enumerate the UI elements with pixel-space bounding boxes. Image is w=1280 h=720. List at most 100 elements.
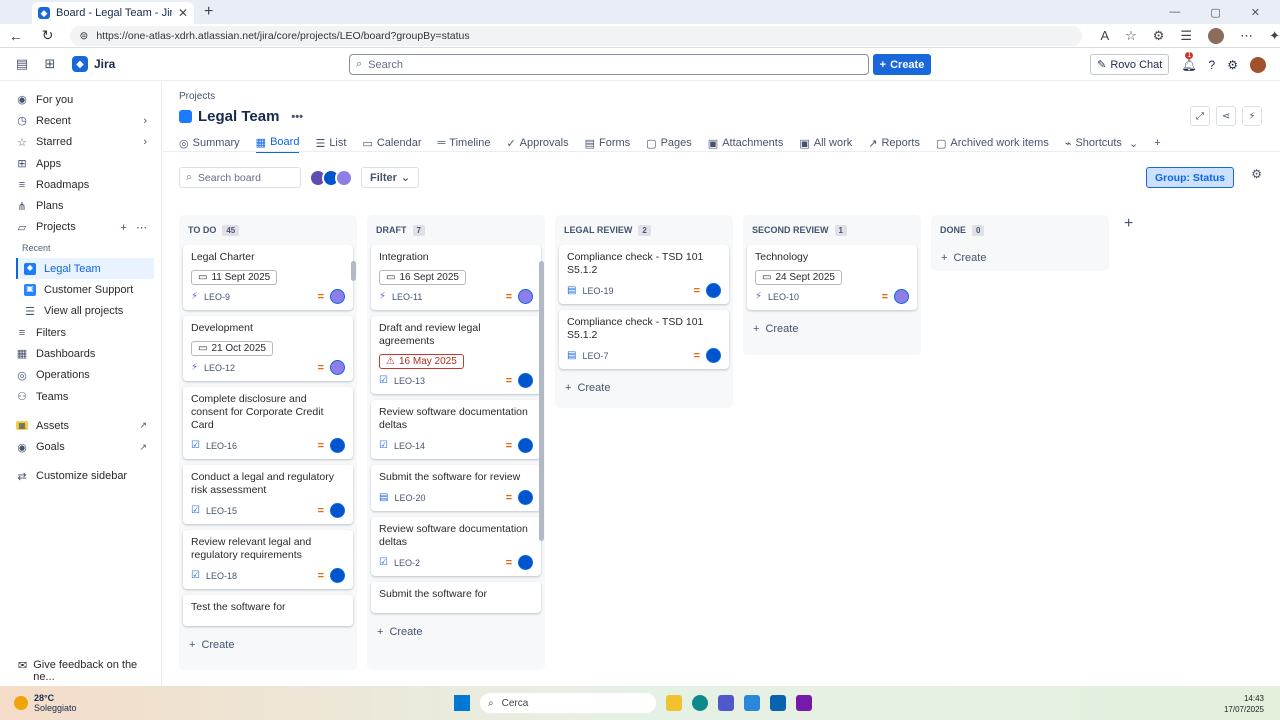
back-icon[interactable]: ← [0, 28, 32, 44]
sidebar-item-goals[interactable]: ◉ Goals ↗ [0, 436, 161, 457]
work-item-card[interactable]: Review software documentation deltas ☑ LEO… [371, 517, 541, 576]
tab-shortcuts[interactable]: ⌁ Shortcuts ⌄ [1065, 133, 1138, 153]
browser-profile-avatar[interactable] [1208, 27, 1225, 44]
file-explorer-icon[interactable] [666, 695, 682, 711]
outlook-icon[interactable] [770, 695, 786, 711]
column-header[interactable]: TO DO 45 [179, 215, 357, 245]
work-item-card[interactable]: Review software documentation deltas ☑ LEO… [371, 400, 541, 459]
create-work-item-button[interactable]: + Create [367, 619, 545, 645]
work-item-card[interactable]: Development ▭ 21 Oct 2025 ⚡︎ LEO-12 = [183, 316, 353, 381]
column-header[interactable]: SECOND REVIEW 1 [743, 215, 921, 245]
draft-scrollbar[interactable] [539, 261, 544, 541]
create-work-item-button[interactable]: + Create [931, 245, 1109, 271]
give-feedback-link[interactable]: ✉ Give feedback on the ne... [18, 659, 161, 683]
assignee-avatar[interactable] [330, 438, 345, 453]
group-by-button[interactable]: Group: Status [1146, 167, 1234, 188]
column-header[interactable]: DONE 0 [931, 215, 1109, 245]
copilot-icon[interactable]: ✦ [1269, 28, 1280, 44]
close-window-icon[interactable]: ✕ [1251, 6, 1260, 19]
sidebar-item-recent[interactable]: ◷ Recent › [0, 110, 161, 131]
sidebar-item-dashboards[interactable]: ▦ Dashboards [0, 343, 161, 364]
sidebar-item-projects[interactable]: ▱ Projects + ⋯ [0, 217, 161, 238]
work-item-card[interactable]: Review relevant legal and regulatory req… [183, 530, 353, 589]
create-button[interactable]: + Create [873, 54, 931, 75]
tab-board[interactable]: ▦ Board [255, 133, 300, 153]
breadcrumb[interactable]: Projects [179, 91, 215, 102]
sidebar-item-filters[interactable]: ≡ Filters [0, 322, 161, 343]
close-tab-icon[interactable]: ✕ [178, 6, 188, 20]
tab-timeline[interactable]: ═ Timeline [437, 133, 490, 153]
browser-menu-icon[interactable]: ⋯ [1240, 28, 1253, 44]
create-work-item-button[interactable]: + Create [743, 316, 921, 342]
tab-pages[interactable]: ▢ Pages [646, 133, 692, 153]
add-tab-icon[interactable]: + [1154, 133, 1160, 153]
assignee-avatar[interactable] [518, 490, 533, 505]
url-bar[interactable]: ⊜ https://one-atlas-xdrh.atlassian.net/j… [69, 25, 1083, 46]
system-clock[interactable]: 14:43 17/07/2025 [1224, 693, 1264, 715]
edge-icon[interactable] [692, 695, 708, 711]
user-avatar[interactable] [1250, 56, 1266, 73]
work-item-card[interactable]: Submit the software for [371, 582, 541, 613]
weather-widget[interactable]: 28°C Soleggiato [14, 693, 77, 713]
fullscreen-icon[interactable]: ⤢ [1190, 106, 1210, 126]
sidebar-item-for-you[interactable]: ◉ For you [0, 89, 161, 110]
jira-logo[interactable]: ◆ Jira [72, 56, 115, 72]
add-and-more-icon[interactable]: + ⋯ [120, 221, 147, 234]
notifications-icon[interactable]: 🔔︎ 1 [1181, 51, 1197, 72]
assignee-avatar[interactable] [518, 373, 533, 388]
app-switcher-icon[interactable]: ⊞ [36, 56, 64, 72]
work-item-card[interactable]: Compliance check - TSD 101 S5.1.2 ▤ LEO-7 = [559, 310, 729, 369]
browser-tab[interactable]: ◆ Board - Legal Team - Jira ✕ [32, 2, 194, 24]
rovo-chat-button[interactable]: ✎ Rovo Chat [1090, 54, 1170, 75]
sidebar-customize[interactable]: ⇄ Customize sidebar [0, 466, 161, 487]
view-settings-icon[interactable]: ⚙︎ [1251, 167, 1262, 181]
work-item-card[interactable]: Test the software for [183, 595, 353, 626]
assignee-avatar[interactable] [518, 289, 533, 304]
sidebar-item-starred[interactable]: ☆ Starred › [0, 132, 161, 153]
add-column-icon[interactable]: + [1124, 215, 1133, 233]
minimize-icon[interactable]: — [1169, 6, 1180, 19]
board-search-input[interactable]: ⌕ Search board [179, 167, 301, 188]
todo-scrollbar[interactable] [351, 261, 356, 281]
work-item-card[interactable]: Legal Charter ▭ 11 Sept 2025 ⚡︎ LEO-9 = [183, 245, 353, 310]
onenote-icon[interactable] [796, 695, 812, 711]
sidebar-item-assets[interactable]: ▦ Assets ↗ [0, 415, 161, 436]
work-item-card[interactable]: Submit the software for review ▤ LEO-20 = [371, 465, 541, 511]
taskbar-search[interactable]: ⌕ Cerca [480, 693, 656, 713]
read-aloud-icon[interactable]: A [1100, 28, 1109, 43]
sidebar-item-operations[interactable]: ◎ Operations [0, 365, 161, 386]
share-icon[interactable]: ⋖ [1216, 106, 1236, 126]
project-more-icon[interactable]: ••• [291, 111, 303, 123]
sidebar-view-all-projects[interactable]: ☰ View all projects [0, 301, 161, 322]
create-work-item-button[interactable]: + Create [555, 375, 733, 401]
tab-summary[interactable]: ◎ Summary [179, 133, 240, 153]
work-item-card[interactable]: Draft and review legal agreements ⚠ 16 May… [371, 316, 541, 394]
assignee-avatar[interactable] [335, 168, 353, 187]
assignee-avatar[interactable] [330, 289, 345, 304]
site-info-icon[interactable]: ⊜ [80, 30, 89, 42]
windows-start-icon[interactable] [454, 695, 470, 711]
automation-icon[interactable]: ⚡︎ [1242, 106, 1262, 126]
favorites-list-icon[interactable]: ☰ [1180, 28, 1192, 44]
tab-all-work[interactable]: ▣ All work [799, 133, 852, 153]
extensions-icon[interactable]: ⚙ [1153, 28, 1165, 44]
tab-calendar[interactable]: ▭ Calendar [362, 133, 421, 153]
assignee-avatar[interactable] [518, 555, 533, 570]
sidebar-item-plans[interactable]: ⋔ Plans [0, 195, 161, 216]
work-item-card[interactable]: Complete disclosure and consent for Corp… [183, 387, 353, 459]
work-item-card[interactable]: Compliance check - TSD 101 S5.1.2 ▤ LEO-19… [559, 245, 729, 304]
sidebar-item-teams[interactable]: ⚇ Teams [0, 386, 161, 407]
tab-list[interactable]: ☰ List [315, 133, 346, 153]
assignee-avatar[interactable] [518, 438, 533, 453]
sidebar-item-roadmaps[interactable]: ≡ Roadmaps [0, 174, 161, 195]
remote-desktop-icon[interactable] [744, 695, 760, 711]
favorite-icon[interactable]: ☆ [1125, 28, 1137, 44]
assignee-avatar[interactable] [894, 289, 909, 304]
assignee-avatar[interactable] [706, 283, 721, 298]
work-item-card[interactable]: Integration ▭ 16 Sept 2025 ⚡︎ LEO-11 = [371, 245, 541, 310]
tab-approvals[interactable]: ✓ Approvals [506, 133, 568, 153]
global-search-input[interactable]: ⌕ Search [349, 54, 869, 75]
assignee-avatar[interactable] [330, 360, 345, 375]
column-header[interactable]: LEGAL REVIEW 2 [555, 215, 733, 245]
tab-forms[interactable]: ▤ Forms [585, 133, 631, 153]
